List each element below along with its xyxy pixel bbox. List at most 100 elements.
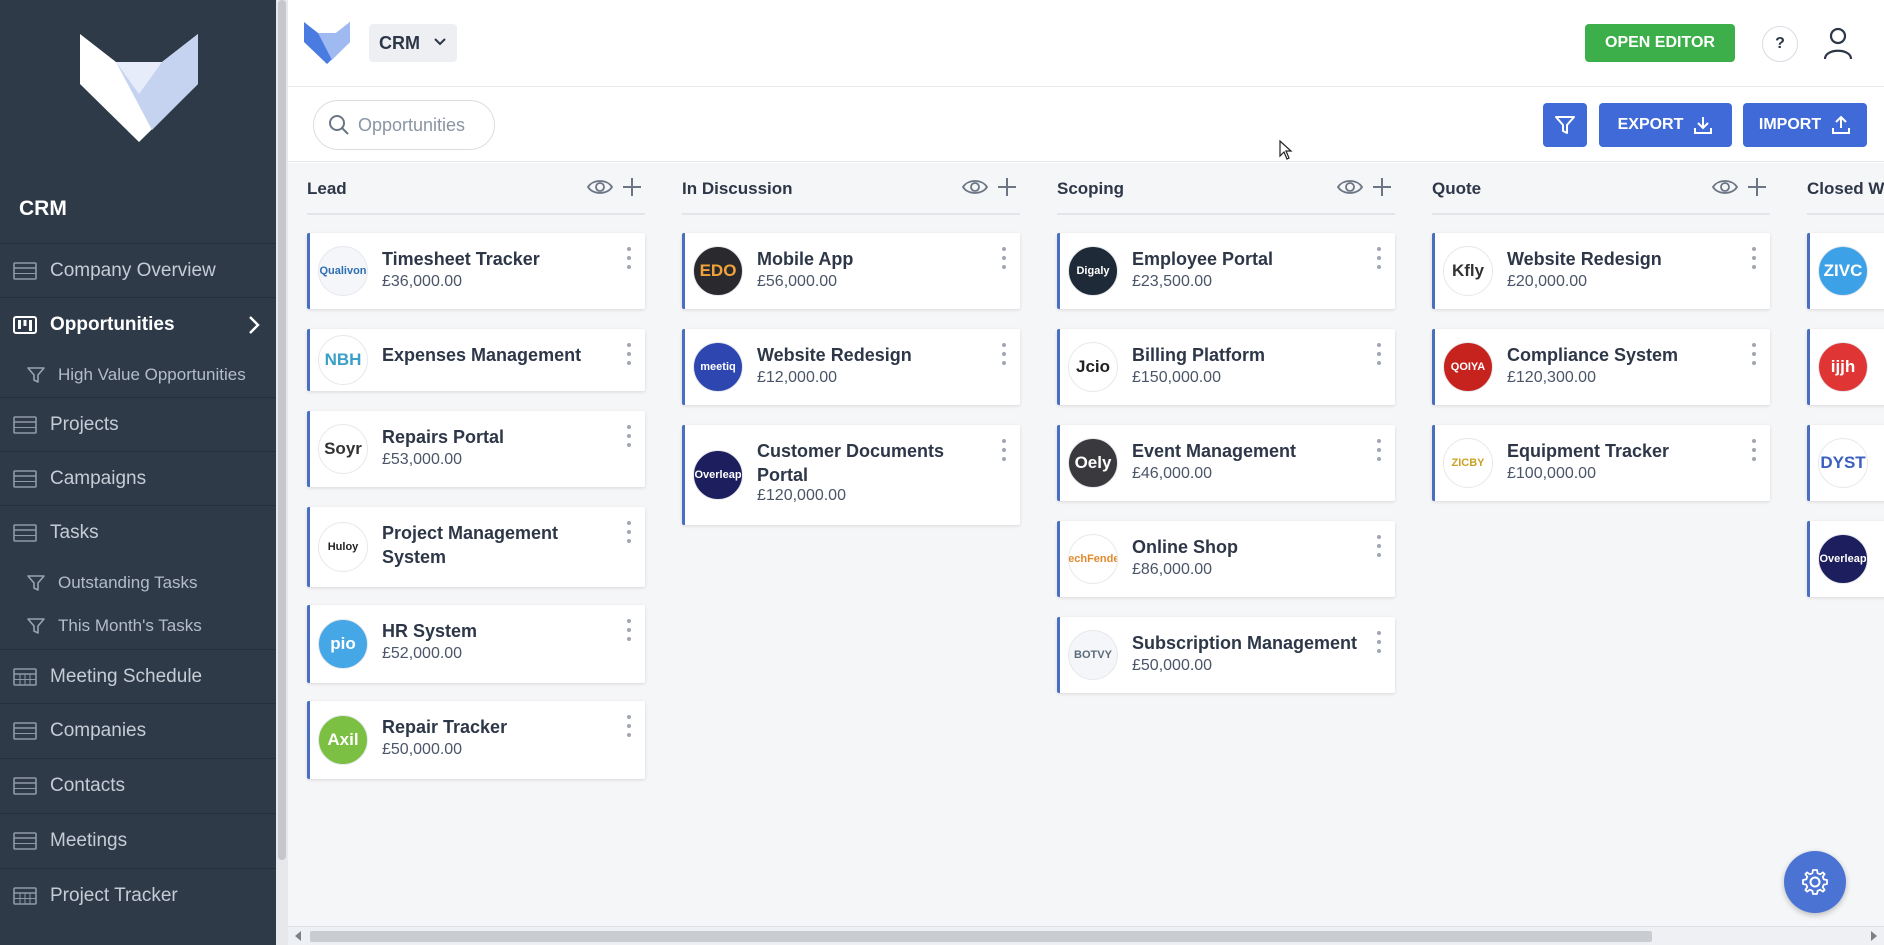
opportunity-card[interactable]: BOTVY Subscription Management £50,000.00 — [1057, 617, 1395, 693]
sidebar-item-project-tracker[interactable]: Project Tracker — [0, 868, 276, 922]
card-menu-icon[interactable] — [627, 619, 631, 641]
card-menu-icon[interactable] — [627, 521, 631, 543]
sidebar-item-outstanding-tasks[interactable]: Outstanding Tasks — [0, 563, 276, 603]
opportunity-card[interactable]: NBH Expenses Management — [307, 329, 645, 391]
company-logo: BOTVY — [1068, 630, 1118, 680]
open-editor-button[interactable]: OPEN EDITOR — [1585, 24, 1735, 62]
opportunity-card[interactable]: Overleap Customer Documents Portal £120,00… — [682, 425, 1020, 525]
card-value: £56,000.00 — [757, 273, 838, 290]
opportunity-card[interactable]: ZIVC — [1807, 233, 1884, 309]
filter-button[interactable] — [1543, 103, 1587, 147]
filter-icon — [1555, 116, 1575, 134]
grid-icon — [12, 469, 38, 489]
eye-icon[interactable] — [1337, 177, 1363, 197]
card-menu-icon[interactable] — [1377, 247, 1381, 269]
add-card-icon[interactable] — [621, 176, 643, 198]
opportunity-card[interactable]: Overleap — [1807, 521, 1884, 597]
opportunity-card[interactable]: pio HR System £52,000.00 — [307, 605, 645, 683]
card-menu-icon[interactable] — [1377, 343, 1381, 365]
company-logo-text: ZICBY — [1451, 457, 1485, 469]
company-logo: Huloy — [318, 522, 368, 572]
board-scroll-thumb[interactable] — [310, 931, 1652, 942]
settings-button[interactable] — [1784, 851, 1846, 913]
import-button[interactable]: IMPORT — [1743, 103, 1867, 147]
search-box[interactable] — [313, 100, 495, 150]
opportunity-card[interactable]: TechFender Online Shop £86,000.00 — [1057, 521, 1395, 597]
opportunity-card[interactable]: Digaly Employee Portal £23,500.00 — [1057, 233, 1395, 309]
card-title: Compliance System — [1507, 345, 1679, 365]
card-menu-icon[interactable] — [627, 715, 631, 737]
sidebar-item-contacts[interactable]: Contacts — [0, 758, 276, 812]
opportunity-card[interactable]: Axil Repair Tracker £50,000.00 — [307, 701, 645, 779]
sidebar-item-opportunities[interactable]: Opportunities — [0, 297, 276, 351]
card-menu-icon[interactable] — [1752, 247, 1756, 269]
card-menu-icon[interactable] — [1377, 631, 1381, 653]
sidebar-item-meeting-schedule[interactable]: Meeting Schedule — [0, 649, 276, 703]
filter-icon — [26, 573, 48, 593]
user-account-icon[interactable] — [1822, 26, 1854, 60]
board-horizontal-scrollbar[interactable] — [288, 926, 1884, 945]
sidebar-item-this-month-s-tasks[interactable]: This Month's Tasks — [0, 606, 276, 646]
opportunity-card[interactable]: meetiq Website Redesign £12,000.00 — [682, 329, 1020, 405]
app-logo-icon — [80, 34, 198, 142]
opportunity-card[interactable]: ZICBY Equipment Tracker £100,000.00 — [1432, 425, 1770, 501]
card-value: £150,000.00 — [1132, 369, 1221, 386]
card-title: HR System — [382, 621, 478, 641]
eye-icon[interactable] — [1712, 177, 1738, 197]
app-selector[interactable]: CRM — [369, 24, 457, 62]
opportunity-card[interactable]: Huloy Project Management System — [307, 507, 645, 587]
add-card-icon[interactable] — [1371, 176, 1393, 198]
sidebar-scroll-thumb[interactable] — [278, 0, 286, 860]
card-title: Event Management — [1132, 441, 1297, 461]
mouse-cursor-icon — [1279, 140, 1293, 160]
company-logo: ijjh — [1818, 342, 1868, 392]
scroll-right-icon[interactable] — [1870, 931, 1878, 941]
card-menu-icon[interactable] — [1752, 343, 1756, 365]
card-menu-icon[interactable] — [1377, 439, 1381, 461]
opportunity-card[interactable]: Soyr Repairs Portal £53,000.00 — [307, 411, 645, 487]
card-menu-icon[interactable] — [1002, 343, 1006, 365]
opportunity-card[interactable]: Kfly Website Redesign £20,000.00 — [1432, 233, 1770, 309]
opportunity-card[interactable]: Oely Event Management £46,000.00 — [1057, 425, 1395, 501]
card-menu-icon[interactable] — [1377, 535, 1381, 557]
export-button[interactable]: EXPORT — [1599, 103, 1732, 147]
card-menu-icon[interactable] — [627, 343, 631, 365]
card-value: £23,500.00 — [1132, 273, 1213, 290]
eye-icon[interactable] — [962, 177, 988, 197]
company-logo-text: meetiq — [700, 361, 736, 373]
card-menu-icon[interactable] — [627, 247, 631, 269]
sidebar-item-high-value-opportunities[interactable]: High Value Opportunities — [0, 355, 276, 395]
help-button[interactable]: ? — [1762, 26, 1798, 62]
opportunity-card[interactable]: DYST — [1807, 425, 1884, 501]
search-input[interactable] — [358, 114, 478, 136]
sidebar-item-campaigns[interactable]: Campaigns — [0, 451, 276, 505]
card-menu-icon[interactable] — [1752, 439, 1756, 461]
add-card-icon[interactable] — [1746, 176, 1768, 198]
company-logo-text: BOTVY — [1074, 649, 1112, 661]
sidebar-item-projects[interactable]: Projects — [0, 397, 276, 451]
opportunity-card[interactable]: Jcio Billing Platform £150,000.00 — [1057, 329, 1395, 405]
company-logo-text: Overleap — [1819, 553, 1867, 565]
eye-icon[interactable] — [587, 177, 613, 197]
opportunity-card[interactable]: QOIYA Compliance System £120,300.00 — [1432, 329, 1770, 405]
scroll-left-icon[interactable] — [294, 931, 302, 941]
sidebar-scrollbar[interactable] — [276, 0, 288, 945]
company-logo: TechFender — [1068, 534, 1118, 584]
sidebar-item-meetings[interactable]: Meetings — [0, 813, 276, 867]
company-logo-text: Axil — [327, 730, 359, 749]
sidebar-item-tasks[interactable]: Tasks — [0, 505, 276, 559]
card-menu-icon[interactable] — [627, 425, 631, 447]
sidebar-item-label: This Month's Tasks — [58, 616, 202, 635]
opportunity-card[interactable]: ijjh — [1807, 329, 1884, 405]
opportunity-card[interactable]: EDO Mobile App £56,000.00 — [682, 233, 1020, 309]
column-header: Closed Won — [1807, 163, 1884, 215]
sidebar-item-label: Projects — [50, 413, 119, 435]
opportunity-card[interactable]: Qualivon Timesheet Tracker £36,000.00 — [307, 233, 645, 309]
card-menu-icon[interactable] — [1002, 439, 1006, 461]
sidebar-item-company-overview[interactable]: Company Overview — [0, 243, 276, 297]
sidebar-item-companies[interactable]: Companies — [0, 703, 276, 757]
sidebar-item-label: Campaigns — [50, 467, 147, 489]
upload-icon — [1831, 115, 1851, 135]
add-card-icon[interactable] — [996, 176, 1018, 198]
card-menu-icon[interactable] — [1002, 247, 1006, 269]
